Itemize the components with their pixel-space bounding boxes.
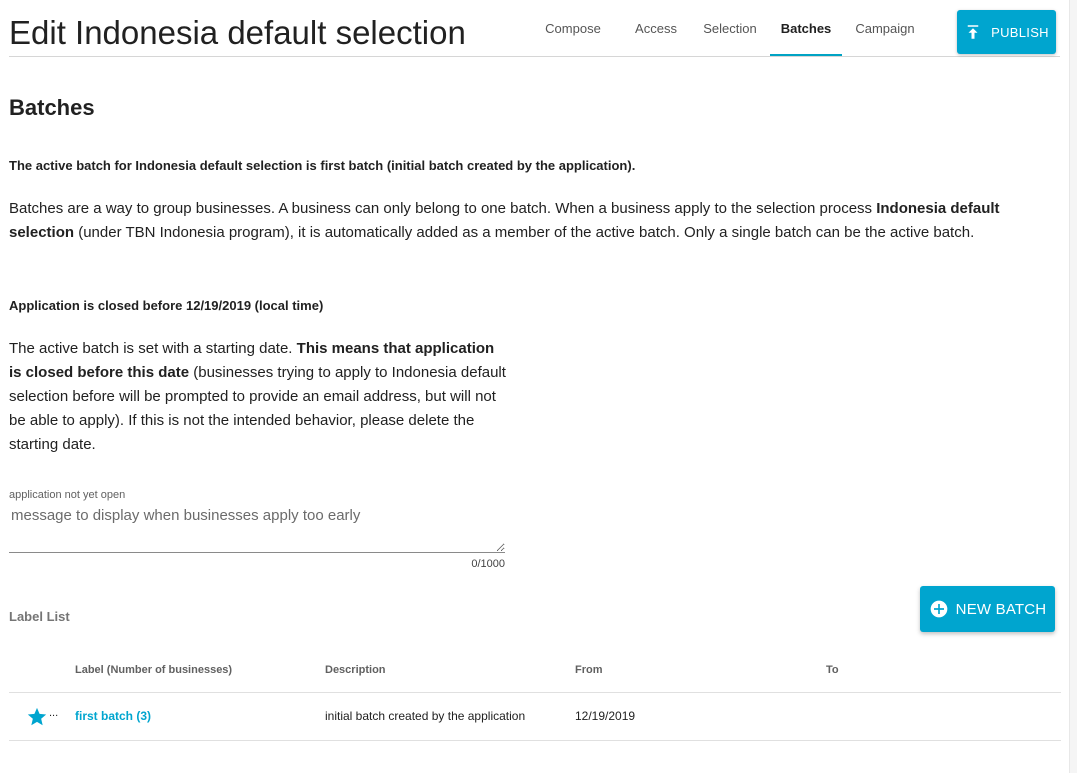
batch-description: initial batch created by the application <box>325 709 526 723</box>
new-batch-button-label: NEW BATCH <box>955 600 1047 618</box>
char-counter: 0/1000 <box>471 558 505 570</box>
column-header-label[interactable]: Label (Number of businesses) <box>75 664 232 676</box>
active-batch-name: first batch <box>320 158 384 173</box>
column-header-from[interactable]: From <box>575 664 603 676</box>
message-field-label: application not yet open <box>9 489 126 501</box>
tab-access[interactable]: Access <box>626 0 686 57</box>
section-title: Batches <box>9 95 95 120</box>
batch-from-date: 12/19/2019 <box>575 709 636 723</box>
star-icon[interactable] <box>26 706 48 728</box>
table-header: Label (Number of businesses) Description… <box>9 646 1061 693</box>
tab-batches[interactable]: Batches <box>770 0 842 57</box>
upload-icon <box>967 25 979 39</box>
add-circle-icon <box>930 600 947 618</box>
tab-campaign[interactable]: Campaign <box>850 0 920 57</box>
batch-table: Label (Number of businesses) Description… <box>9 646 1061 741</box>
active-info-suffix: (initial batch created by the applicatio… <box>383 158 636 173</box>
page-title: Edit Indonesia default selection <box>9 14 466 51</box>
tab-selection[interactable]: Selection <box>697 0 763 57</box>
scrollbar[interactable] <box>1069 0 1077 773</box>
column-header-to[interactable]: To <box>826 664 839 676</box>
closed-heading: Application is closed before 12/19/2019 … <box>9 298 324 313</box>
page: Edit Indonesia default selection Compose… <box>0 0 1077 773</box>
tab-compose[interactable]: Compose <box>542 0 604 57</box>
column-header-description[interactable]: Description <box>325 664 386 676</box>
publish-button-label: PUBLISH <box>991 24 1049 40</box>
label-list-title: Label List <box>9 609 70 624</box>
header: Edit Indonesia default selection Compose… <box>9 0 1060 57</box>
active-info-prefix: The active batch for Indonesia default s… <box>9 158 321 173</box>
closed-explanation: The active batch is set with a starting … <box>9 337 509 457</box>
message-field[interactable] <box>9 507 505 553</box>
batches-explanation: Batches are a way to group businesses. A… <box>9 197 1060 245</box>
explain-text-2: (under TBN Indonesia program), it is aut… <box>74 224 975 241</box>
new-batch-button[interactable]: NEW BATCH <box>920 586 1055 632</box>
row-menu[interactable]: ... <box>49 707 58 719</box>
active-batch-info: The active batch for Indonesia default s… <box>9 158 635 173</box>
publish-button[interactable]: PUBLISH <box>957 10 1056 54</box>
explain-text: Batches are a way to group businesses. A… <box>9 200 877 217</box>
table-row[interactable]: ... first batch (3) initial batch create… <box>9 693 1061 741</box>
batch-label-link[interactable]: first batch (3) <box>75 709 151 723</box>
closed-explain-text: The active batch is set with a starting … <box>9 340 297 357</box>
